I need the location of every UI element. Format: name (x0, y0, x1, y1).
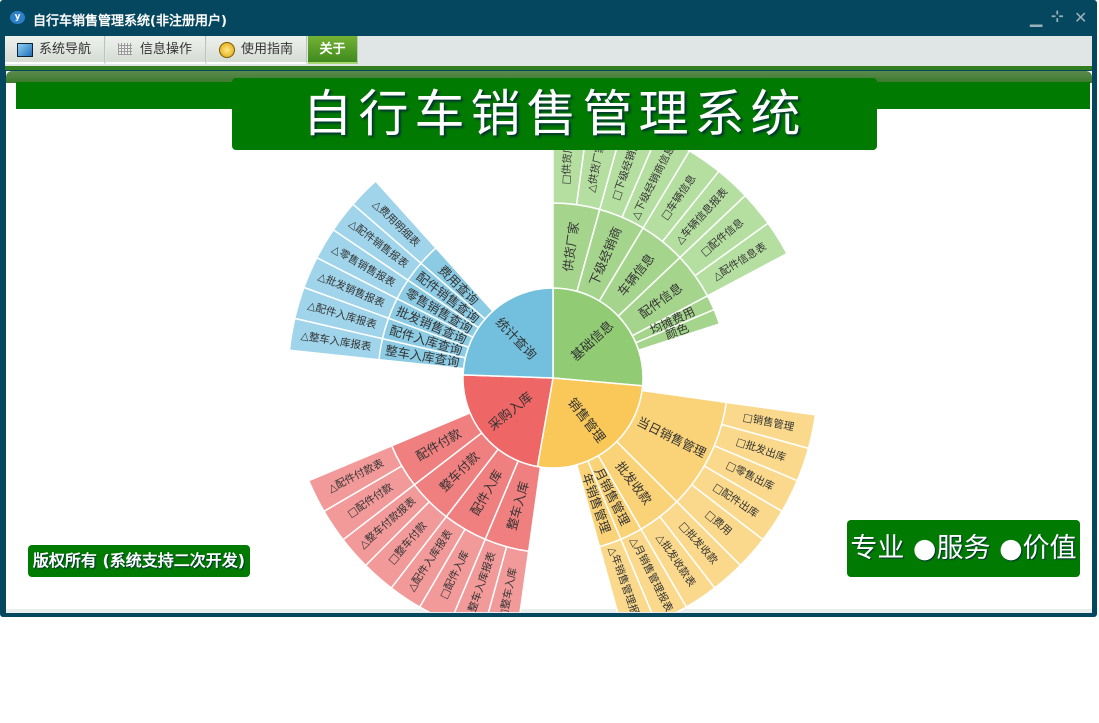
slogan-badge: 专业 ●服务 ●价值 (847, 520, 1080, 577)
banner-title: 自行车销售管理系统 (232, 78, 877, 150)
copyright-badge: 版权所有 (系统支持二次开发) (28, 545, 250, 577)
